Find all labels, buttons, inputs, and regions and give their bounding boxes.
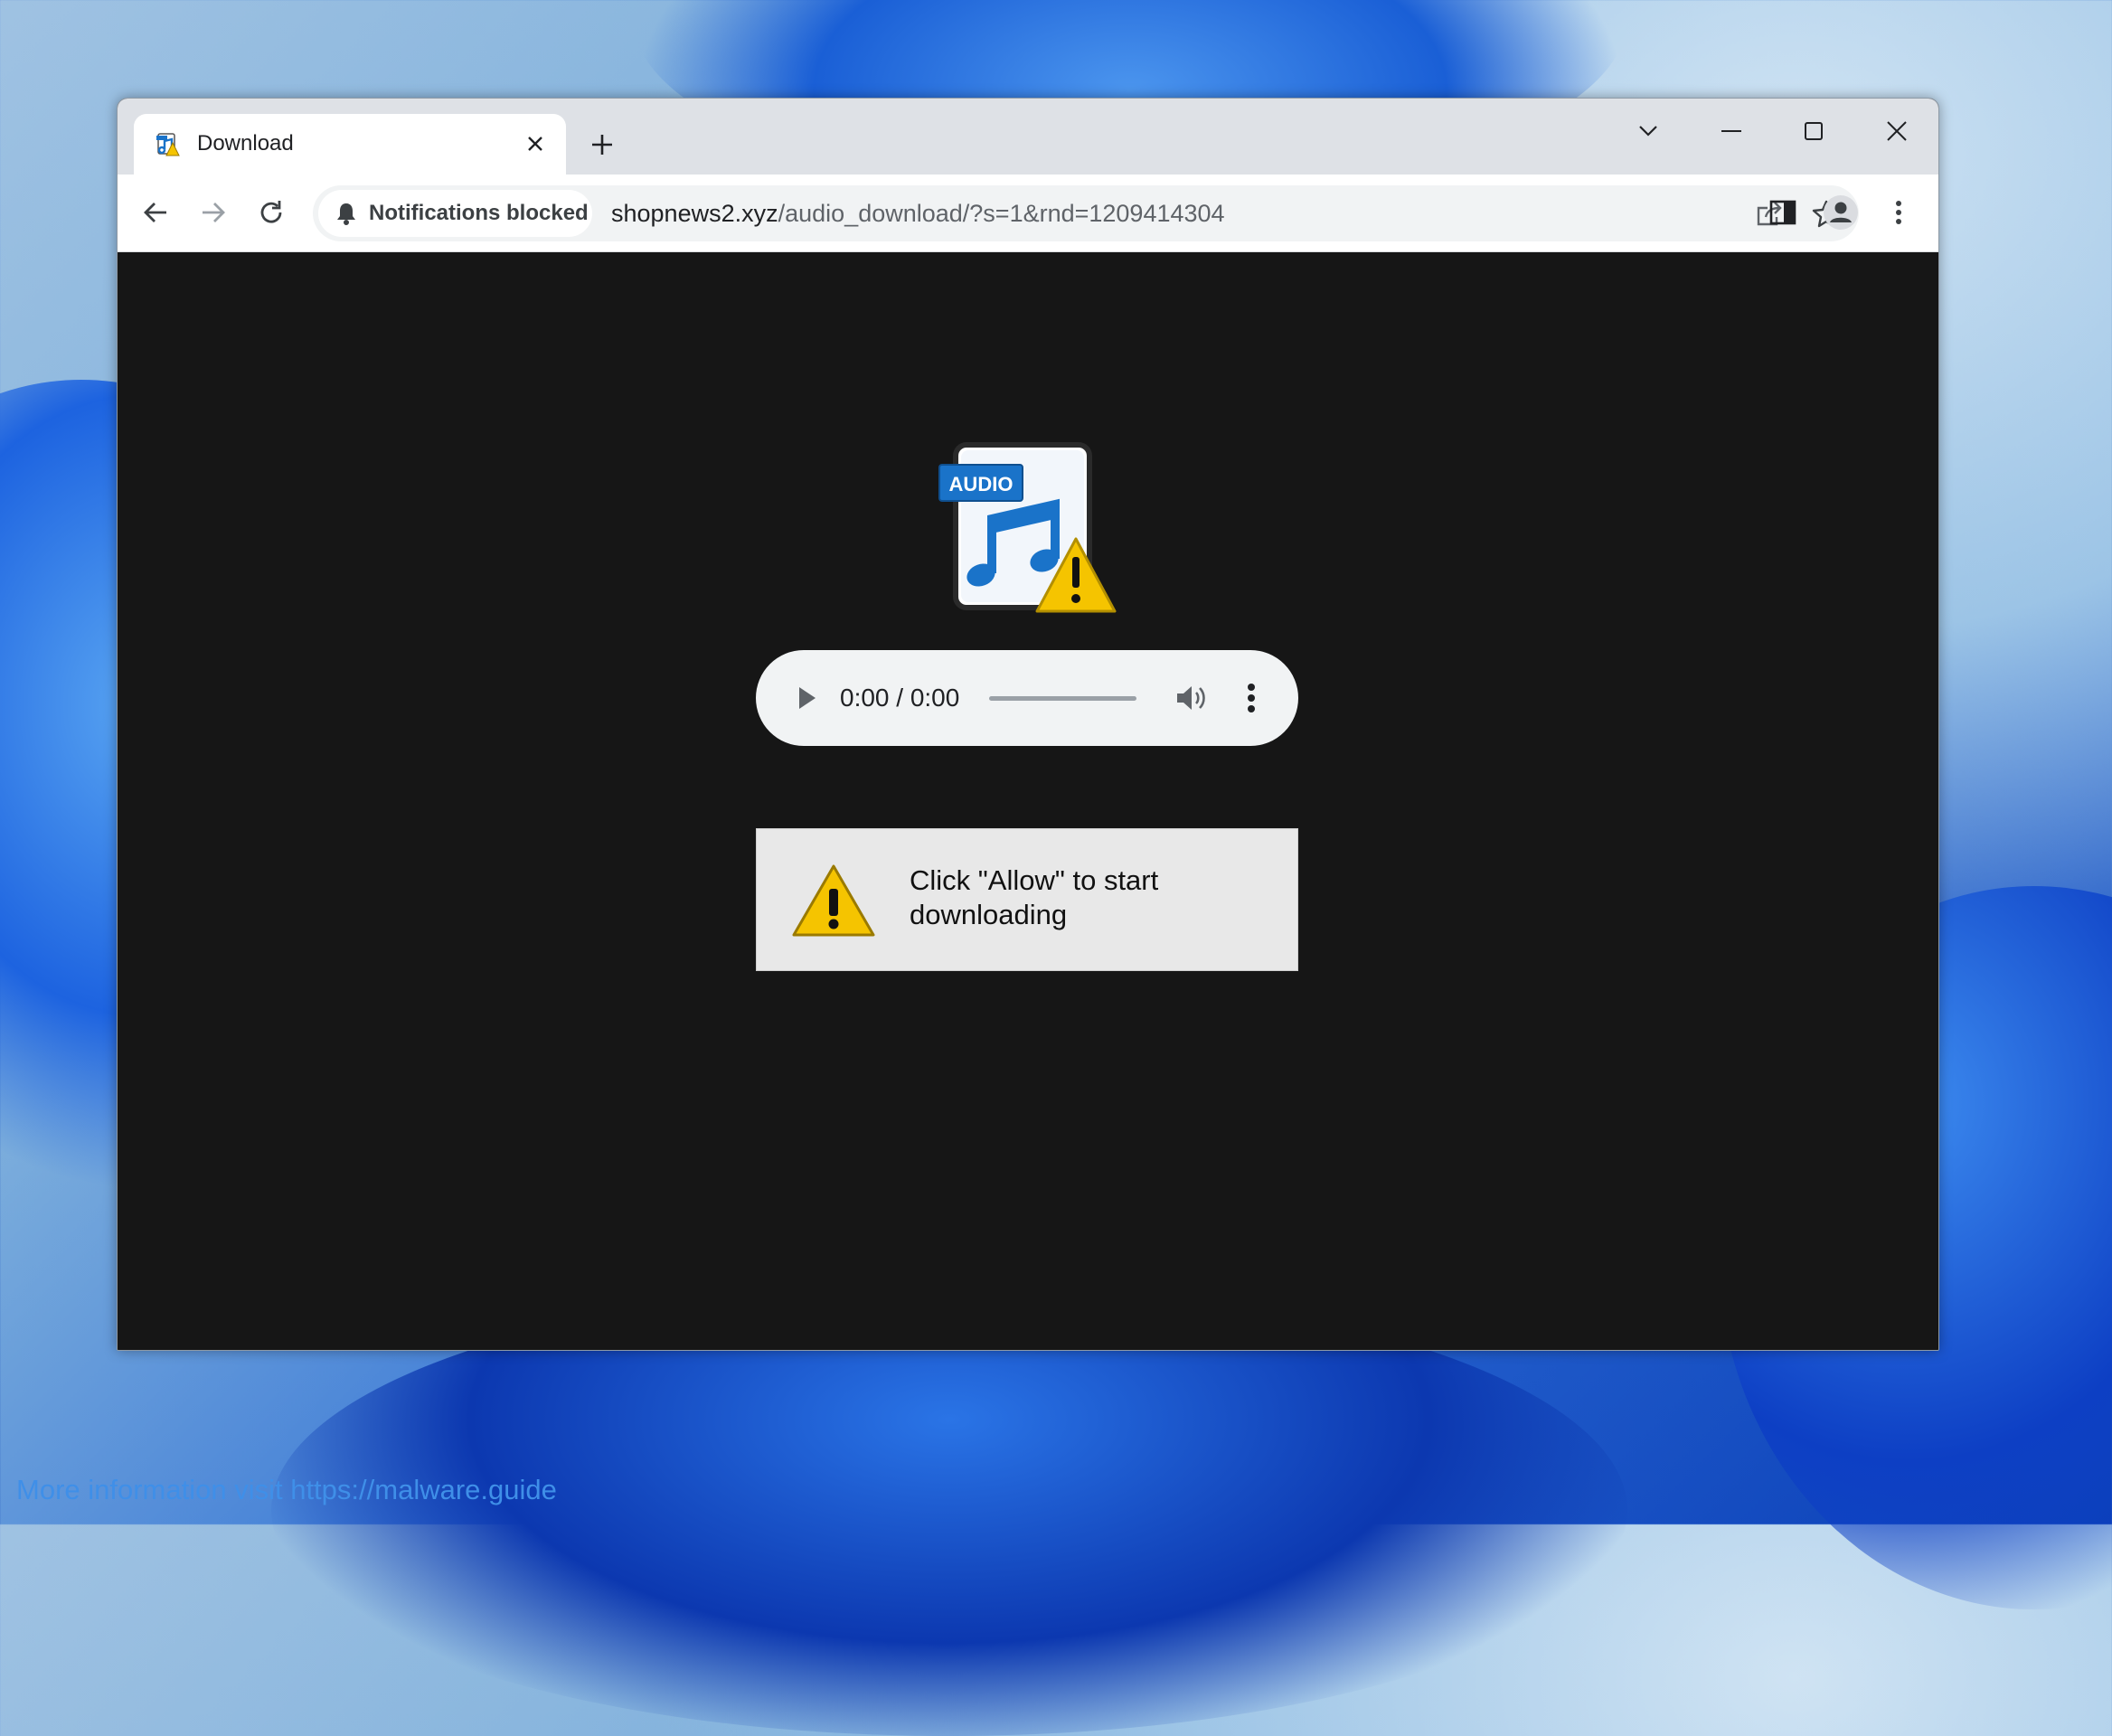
bell-icon xyxy=(336,202,360,225)
audio-time: 0:00 / 0:00 xyxy=(840,684,960,712)
maximize-icon xyxy=(1805,122,1823,140)
browser-window: Download Notifications blocked shopnews2… xyxy=(117,98,1939,1351)
audio-seek-bar[interactable] xyxy=(989,696,1136,701)
tab-title: Download xyxy=(197,131,294,156)
url-host: shopnews2.xyz xyxy=(611,200,778,227)
tab-strip: Download xyxy=(118,99,1938,175)
watermark-text: More information visit https://malware.g… xyxy=(16,1474,557,1505)
kebab-menu-icon xyxy=(1896,201,1901,224)
close-icon xyxy=(528,137,542,151)
notifications-blocked-chip[interactable]: Notifications blocked xyxy=(318,190,592,237)
notifications-blocked-label: Notifications blocked xyxy=(369,201,589,225)
audio-player: 0:00 / 0:00 xyxy=(756,650,1298,746)
close-icon xyxy=(1887,121,1907,141)
allow-notice-box: Click "Allow" to start downloading xyxy=(756,828,1298,971)
warning-icon xyxy=(792,864,875,937)
url-path: /audio_download/?s=1&rnd=1209414304 xyxy=(778,200,1225,227)
side-panel-button[interactable] xyxy=(1761,191,1805,234)
browser-menu-button[interactable] xyxy=(1877,191,1920,234)
forward-button[interactable] xyxy=(192,191,235,234)
forward-arrow-icon xyxy=(203,203,225,222)
back-button[interactable] xyxy=(134,191,177,234)
plus-icon xyxy=(592,135,612,155)
reload-icon xyxy=(260,201,282,223)
chevron-down-icon xyxy=(1639,126,1657,137)
page-content: AUDIO 0:00 / 0:00 Click "Allow" to start… xyxy=(118,252,1938,1350)
audio-badge: AUDIO xyxy=(949,473,1014,495)
audio-file-favicon xyxy=(156,133,180,156)
player-more-options-icon[interactable] xyxy=(1242,682,1260,714)
volume-icon[interactable] xyxy=(1175,683,1208,713)
minimize-button[interactable] xyxy=(1709,113,1754,149)
address-bar[interactable]: Notifications blocked shopnews2.xyz/audi… xyxy=(313,185,1859,241)
audio-file-warning-icon: AUDIO xyxy=(938,442,1117,613)
side-panel-icon xyxy=(1769,200,1796,225)
reload-button[interactable] xyxy=(250,191,293,234)
profile-button[interactable] xyxy=(1819,191,1862,234)
tab-close-button[interactable] xyxy=(520,128,551,159)
tab-search-button[interactable] xyxy=(1626,113,1671,149)
browser-toolbar: Notifications blocked shopnews2.xyz/audi… xyxy=(118,175,1938,252)
minimize-icon xyxy=(1721,130,1741,132)
maximize-button[interactable] xyxy=(1791,113,1836,149)
tab-download[interactable]: Download xyxy=(134,114,566,175)
new-tab-button[interactable] xyxy=(584,127,620,163)
profile-avatar-icon xyxy=(1824,195,1858,230)
close-window-button[interactable] xyxy=(1874,113,1919,149)
url-text[interactable]: shopnews2.xyz/audio_download/?s=1&rnd=12… xyxy=(611,200,1225,228)
back-arrow-icon xyxy=(144,203,166,222)
play-icon[interactable] xyxy=(792,684,821,712)
allow-notice-text: Click "Allow" to start downloading xyxy=(910,864,1159,930)
